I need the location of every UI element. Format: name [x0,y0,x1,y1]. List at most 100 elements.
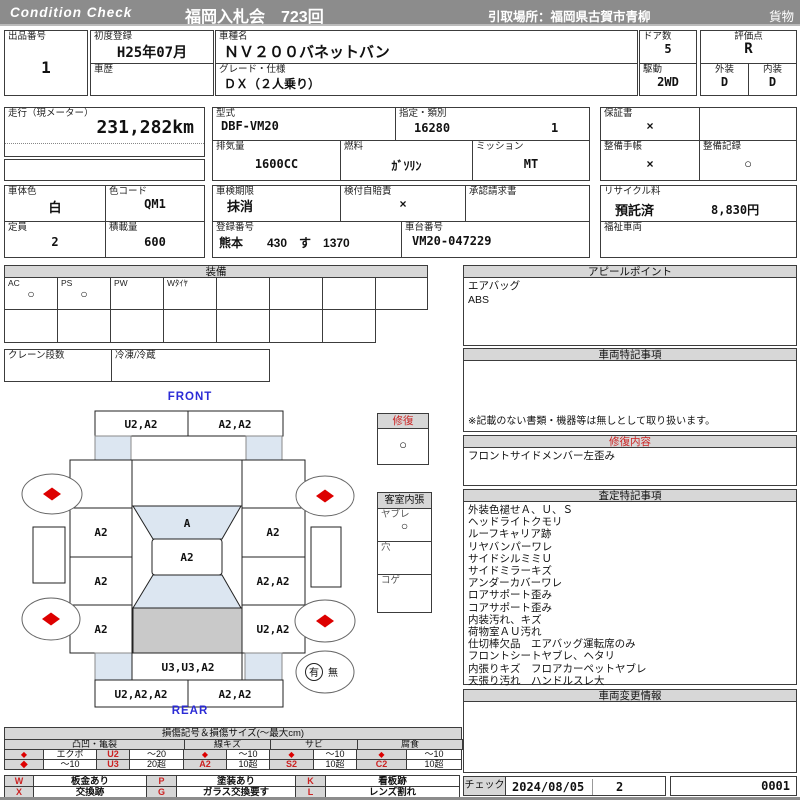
recycle-fee-amount: 8,830円 [711,203,760,217]
equipment-cell-wtire-label: Wﾀｲﾔ [167,278,188,288]
check-date-cell: 2024/08/05 2 [505,776,666,796]
load-capacity-cell: 積載量 600 [105,221,205,258]
title-bar: Condition Check 福岡入札会 723回 引取場所：福岡県古賀市青柳… [0,0,800,26]
assessment-line: 外装色褪せＡ、Ｕ、Ｓ [468,504,573,516]
appeal-line: エアバッグ [468,280,521,292]
rear-bumper-left-code: U2,A2,A2 [115,688,168,701]
equipment-cell-ac-mark: ○ [27,286,35,301]
equipment-cell-empty [163,309,217,343]
recycle-fee-status: 預託済 [615,203,655,218]
grade-value: ＤＸ（２人乗り） [224,76,321,91]
equipment-cell-empty [216,277,270,310]
mission-value: MT [523,156,539,171]
registration-number-value: 熊本 430 す 1370 [219,235,350,250]
registration-number-cell: 登録番号 熊本 430 す 1370 [212,221,402,258]
equipment-cell-pw: PW [110,277,164,310]
score-value: R [744,40,753,57]
left-panel-1-code: A2 [94,526,107,539]
displacement-cell: 排気量 1600CC [212,140,341,181]
equipment-cell-pw-label: PW [114,278,128,288]
check-number-cell: 0001 [670,776,797,796]
spare-tire-indicator [295,650,355,694]
equipment-cell-empty [269,277,323,310]
appeal-line: ABS [468,294,490,307]
legend-dent-code: U3 [96,759,130,770]
pickup-location: 引取場所：福岡県古賀市青柳 [488,10,651,24]
model-code-value: DBF-VM20 [221,118,279,133]
inspection-value: 抹消 [227,198,254,214]
first-registration-value: H25年07月 [116,44,188,61]
equipment-cell-empty [4,309,58,343]
insurance-value: × [399,196,407,211]
equipment-cell-ac: AC ○ [4,277,58,310]
check-date: 2024/08/05 [512,780,585,794]
appeal-points-body: エアバッグ ABS [463,277,797,346]
equipment-cell-wtire: Wﾀｲﾔ [163,277,217,310]
assessment-line: ルーフキャリア跡 [468,528,552,541]
damage-diamond-icon: ◆ [4,759,44,770]
repair-flag-mark: ○ [399,437,407,452]
chassis-number-cell: 車台番号 VM20-047229 [401,221,590,258]
cargo-area [132,607,243,654]
left-panel-2-code: A2 [94,575,107,588]
welfare-vehicle-label: 福祉車両 [604,222,643,233]
equipment-cell-empty [269,309,323,343]
right-side-step [310,526,342,588]
maintenance-record-label: 整備記録 [703,141,742,152]
vehicle-notes-body: ※記載のない書類・機器等は無しとして取り扱います。 [463,360,797,432]
maintenance-record-value: ○ [744,155,752,171]
approval-label: 承認請求書 [469,186,517,197]
grade-cell: グレード・仕様 ＤＸ（２人乗り） [215,63,638,96]
rear-pillar-right [244,652,283,681]
interior-grade-value: D [768,74,777,89]
drive-value: 2WD [657,74,679,89]
maintenance-book-value: × [646,156,654,171]
check-label: チェック [464,780,505,791]
insurance-cell: 検付自賠責 × [340,185,466,222]
legend-corrosion-code: C2 [356,759,407,770]
fuel-value: ｶﾞｿﾘﾝ [391,158,422,173]
doors-cell: ドア数 5 [639,30,697,64]
load-capacity-label: 積載量 [109,222,138,233]
assessment-line: 仕切棒欠品 エアバッグ運転席のみ [468,638,636,651]
interior-grade-cell: 内装 D [748,63,797,96]
load-capacity-value: 600 [144,234,166,249]
model-name-cell: 車種名 ＮＶ２００バネットバン [215,30,638,64]
assessment-line: アンダーカバーワレ [468,577,563,590]
maintenance-record-cell: 整備記録 ○ [699,140,797,181]
cabin-lining-hole-label: 穴 [381,542,391,553]
brand-logo: Condition Check [10,5,133,20]
assessment-notes-body: 外装色褪せＡ、Ｕ、Ｓ ヘッドライトクモリ ルーフキャリア跡 リヤバンパーワレ サ… [463,501,797,687]
front-pillar-right [245,435,283,461]
equipment-cell-empty [322,309,376,343]
legend-scratch-code: A2 [183,759,227,770]
color-code-value: QM1 [144,196,166,211]
capacity-cell: 定員 2 [4,221,106,258]
fridge-cell: 冷凍/冷蔵 [111,349,270,382]
equipment-cell-ps: PS ○ [57,277,111,310]
vehicle-notes-footer: ※記載のない書類・機器等は無しとして取り扱います。 [468,415,716,427]
assessment-line: サイドシルミミＵ [468,552,552,565]
cabin-lining-tear-mark: ○ [400,518,409,533]
mileage-cell: 走行（現メーター） 231,282km [4,107,205,157]
capacity-value: 2 [51,234,59,249]
model-name-value: ＮＶ２００バネットバン [224,43,390,61]
assessment-line: ロアサポート歪み [468,589,552,602]
inspection-cell: 車検期限 抹消 [212,185,341,222]
equipment-cell-empty [216,309,270,343]
mission-label: ミッション [476,141,524,152]
doors-value: 5 [664,41,672,56]
assessment-line: 内張りキズ フロアカーペットヤブレ [468,662,647,675]
approval-cell: 承認請求書 [465,185,590,222]
chassis-number-value: VM20-047229 [412,233,492,248]
recycle-fee-label: リサイクル料 [604,186,661,197]
check-count: 2 [616,780,624,794]
crane-cell: クレーン段数 [4,349,112,382]
equipment-cell-empty [375,277,428,310]
legend-rust-size: 10超 [313,759,357,770]
warranty-value: × [646,118,654,133]
spare-yes-label: 有 [309,666,319,679]
legend-rust-code: S2 [269,759,314,770]
crane-label: クレーン段数 [8,350,65,361]
cabin-lining-header: 客室内張 [377,492,432,509]
